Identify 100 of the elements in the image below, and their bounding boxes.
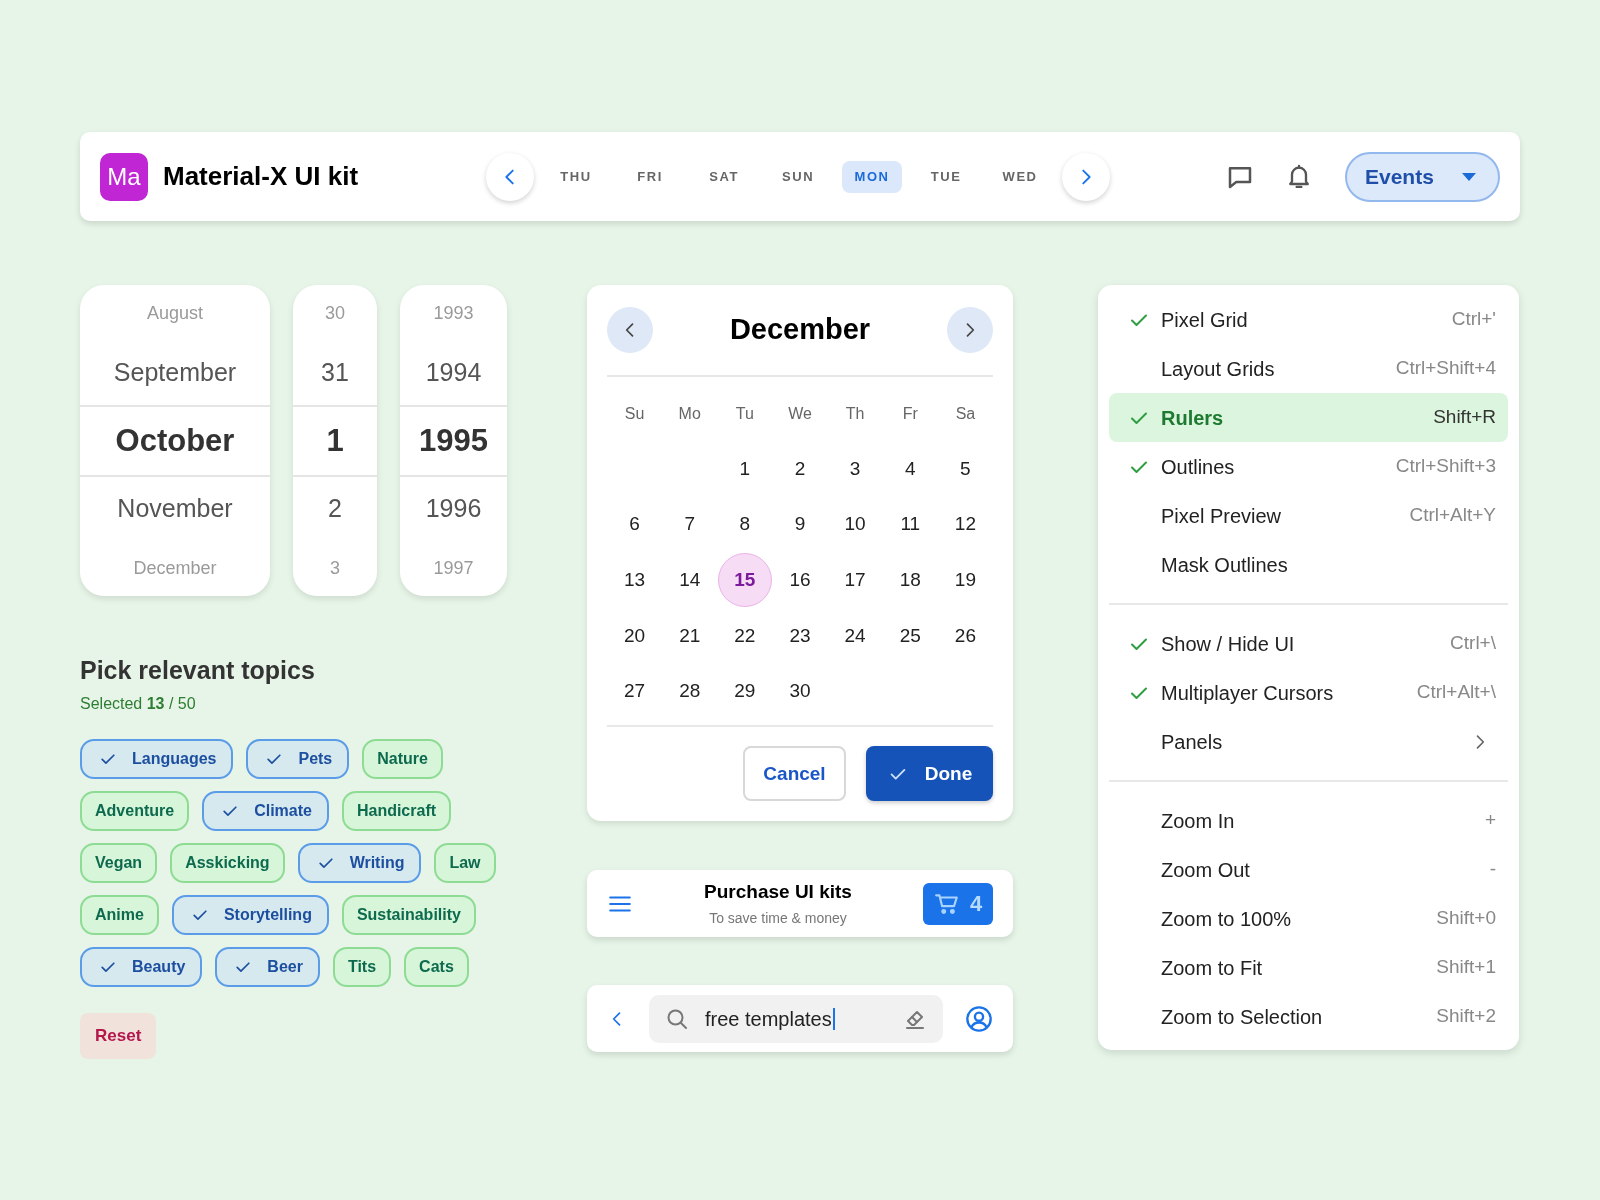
wheel-option[interactable]: 31 <box>321 354 349 392</box>
menu-item[interactable]: Rulers Shift+R <box>1109 393 1508 442</box>
topic-chip[interactable]: Anime <box>80 894 159 935</box>
search-text: free templates <box>705 1006 832 1032</box>
weekday-label: We <box>788 404 812 424</box>
menu-item[interactable]: Zoom to Selection Shift+2 <box>1109 992 1508 1041</box>
topic-chip[interactable]: Asskicking <box>170 842 285 883</box>
topic-chip[interactable]: Handicraft <box>341 790 452 831</box>
topic-chip[interactable]: Languages <box>80 738 234 779</box>
menu-item[interactable]: Zoom to 100% Shift+0 <box>1109 894 1508 943</box>
topic-chip[interactable]: Vegan <box>80 842 158 883</box>
calendar-day[interactable]: 19 <box>938 553 993 608</box>
calendar-day[interactable]: 27 <box>607 664 662 719</box>
weekday-label: Mo <box>678 404 701 424</box>
calendar-day[interactable]: 24 <box>828 608 883 663</box>
menu-item[interactable]: Pixel Preview Ctrl+Alt+Y <box>1109 491 1508 540</box>
menu-item[interactable]: Panels <box>1109 717 1508 766</box>
calendar-day[interactable]: 12 <box>938 497 993 552</box>
calendar-day[interactable]: 13 <box>607 553 662 608</box>
day-tab[interactable]: TUE <box>916 160 977 193</box>
calendar-day[interactable]: 17 <box>828 553 883 608</box>
picker-wheel[interactable]: August September October November December <box>80 285 270 596</box>
calendar-day[interactable]: 22 <box>717 608 772 663</box>
wheel-option[interactable]: 1996 <box>425 490 482 528</box>
topic-chip[interactable]: Beauty <box>80 946 203 987</box>
calendar-day[interactable]: 1 <box>717 441 772 496</box>
topic-chip[interactable]: Sustainability <box>341 894 476 935</box>
menu-item[interactable]: Layout Grids Ctrl+Shift+4 <box>1109 344 1508 393</box>
day-tab[interactable]: SAT <box>694 160 755 193</box>
calendar-day[interactable]: 30 <box>773 664 827 719</box>
day-tab[interactable]: MON <box>842 160 903 193</box>
menu-item[interactable]: Zoom to Fit Shift+1 <box>1109 943 1508 992</box>
calendar-day[interactable]: 18 <box>883 553 938 608</box>
calendar-day[interactable]: 7 <box>662 497 717 552</box>
weekday-label: Tu <box>735 404 754 424</box>
shortcut-label: Ctrl+Shift+4 <box>1395 356 1496 381</box>
weekday-label: Fr <box>902 404 918 424</box>
calendar-day[interactable]: 14 <box>662 553 717 608</box>
calendar-day[interactable]: 15 <box>717 553 772 608</box>
day-tab[interactable]: THU <box>546 160 607 193</box>
calendar-day[interactable]: 26 <box>938 608 993 663</box>
calendar-day[interactable]: 6 <box>607 497 662 552</box>
calendar-day[interactable]: 9 <box>773 497 827 552</box>
selected-option[interactable]: 1 <box>326 417 344 465</box>
wheel-option[interactable]: November <box>117 490 233 528</box>
calendar-day[interactable]: 3 <box>828 441 883 496</box>
events-dropdown[interactable]: Events <box>1345 151 1500 202</box>
wheel-option[interactable]: 2 <box>328 490 342 528</box>
menu-item[interactable]: Pixel Grid Ctrl+' <box>1109 295 1508 344</box>
calendar-day[interactable]: 2 <box>773 441 827 496</box>
shortcut-label: Shift+2 <box>1436 1004 1496 1029</box>
picker-wheel[interactable]: 30 31 1 2 3 <box>293 285 377 596</box>
topic-chip[interactable]: Tits <box>332 946 392 987</box>
shortcut-label: Ctrl+Alt+\ <box>1416 680 1496 705</box>
menu-item[interactable]: Multiplayer Cursors Ctrl+Alt+\ <box>1109 668 1508 717</box>
menu-item[interactable]: Mask Outlines <box>1109 540 1508 589</box>
selected-option[interactable]: October <box>115 417 235 465</box>
picker-wheel[interactable]: 1993 1994 1995 1996 1997 <box>400 285 507 596</box>
day-tab[interactable]: SUN <box>768 160 829 193</box>
calendar-day[interactable]: 11 <box>883 497 938 552</box>
selection-count: Selected 13 / 50 <box>80 693 197 714</box>
menu-item[interactable]: Show / Hide UI Ctrl+\ <box>1109 619 1508 668</box>
topic-chip[interactable]: Pets <box>246 738 350 779</box>
topic-chip[interactable]: Law <box>434 842 496 883</box>
shortcut-label: Shift+1 <box>1436 955 1496 980</box>
weekday-label: Sa <box>955 404 976 424</box>
shortcut-label: + <box>1484 808 1496 833</box>
topic-chip[interactable]: Writing <box>297 842 422 883</box>
search-field[interactable]: free templates <box>649 994 943 1043</box>
done-button[interactable]: Done <box>866 746 993 802</box>
shortcut-label: Ctrl+Shift+3 <box>1395 454 1496 479</box>
cancel-button[interactable]: Cancel <box>743 746 846 802</box>
wheel-option[interactable]: 1994 <box>425 354 482 392</box>
day-tab[interactable]: WED <box>990 160 1051 193</box>
calendar-day[interactable]: 21 <box>662 608 717 663</box>
account-icon[interactable] <box>965 1004 993 1033</box>
topic-chip[interactable]: Cats <box>404 946 469 987</box>
calendar-day[interactable]: 16 <box>773 553 827 608</box>
app-logo: Ma <box>100 152 148 201</box>
topic-chip[interactable]: Adventure <box>80 790 190 831</box>
calendar-day[interactable]: 28 <box>662 664 717 719</box>
wheel-option[interactable]: September <box>113 354 237 392</box>
calendar-day[interactable]: 8 <box>717 497 772 552</box>
day-tab[interactable]: FRI <box>620 160 681 193</box>
menu-item[interactable]: Outlines Ctrl+Shift+3 <box>1109 442 1508 491</box>
menu-item[interactable]: Zoom Out - <box>1109 845 1508 894</box>
selected-option[interactable]: 1995 <box>419 417 488 465</box>
calendar-day[interactable]: 10 <box>828 497 883 552</box>
topic-chip[interactable]: Climate <box>202 790 329 831</box>
calendar-day[interactable]: 4 <box>883 441 938 496</box>
reset-button[interactable]: Reset <box>80 1012 157 1059</box>
calendar-day[interactable]: 25 <box>883 608 938 663</box>
topic-chip[interactable]: Nature <box>362 738 443 779</box>
topic-chip[interactable]: Storytelling <box>171 894 329 935</box>
topic-chip[interactable]: Beer <box>215 946 320 987</box>
menu-item[interactable]: Zoom In + <box>1109 796 1508 845</box>
calendar-day[interactable]: 29 <box>717 664 772 719</box>
calendar-day[interactable]: 23 <box>773 608 827 663</box>
calendar-day[interactable]: 20 <box>607 608 662 663</box>
calendar-day[interactable]: 5 <box>938 441 993 496</box>
